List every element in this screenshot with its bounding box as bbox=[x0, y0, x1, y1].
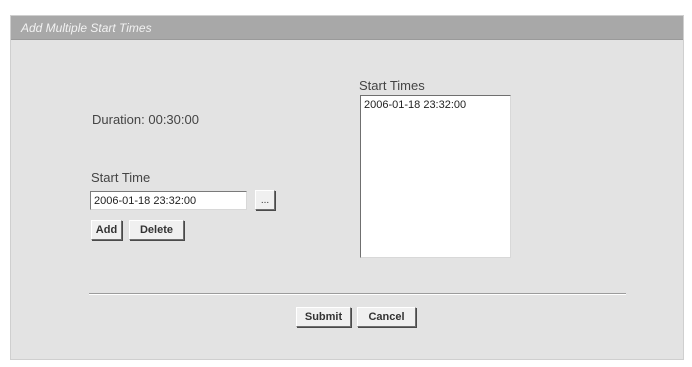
duration-text: Duration: 00:30:00 bbox=[92, 112, 199, 127]
delete-button[interactable]: Delete bbox=[129, 220, 184, 240]
start-times-label: Start Times bbox=[359, 78, 425, 93]
start-time-input[interactable] bbox=[90, 191, 247, 210]
list-item[interactable]: 2006-01-18 23:32:00 bbox=[364, 98, 507, 112]
add-start-times-dialog: Add Multiple Start Times Duration: 00:30… bbox=[10, 15, 684, 360]
dialog-titlebar: Add Multiple Start Times bbox=[11, 16, 683, 40]
add-button[interactable]: Add bbox=[91, 220, 122, 240]
date-picker-button[interactable]: ... bbox=[255, 190, 275, 210]
dialog-title: Add Multiple Start Times bbox=[21, 21, 152, 35]
submit-button[interactable]: Submit bbox=[296, 307, 351, 327]
start-times-list[interactable]: 2006-01-18 23:32:00 bbox=[360, 95, 511, 258]
start-time-label: Start Time bbox=[91, 170, 151, 185]
cancel-button[interactable]: Cancel bbox=[357, 307, 416, 327]
divider bbox=[89, 293, 626, 295]
